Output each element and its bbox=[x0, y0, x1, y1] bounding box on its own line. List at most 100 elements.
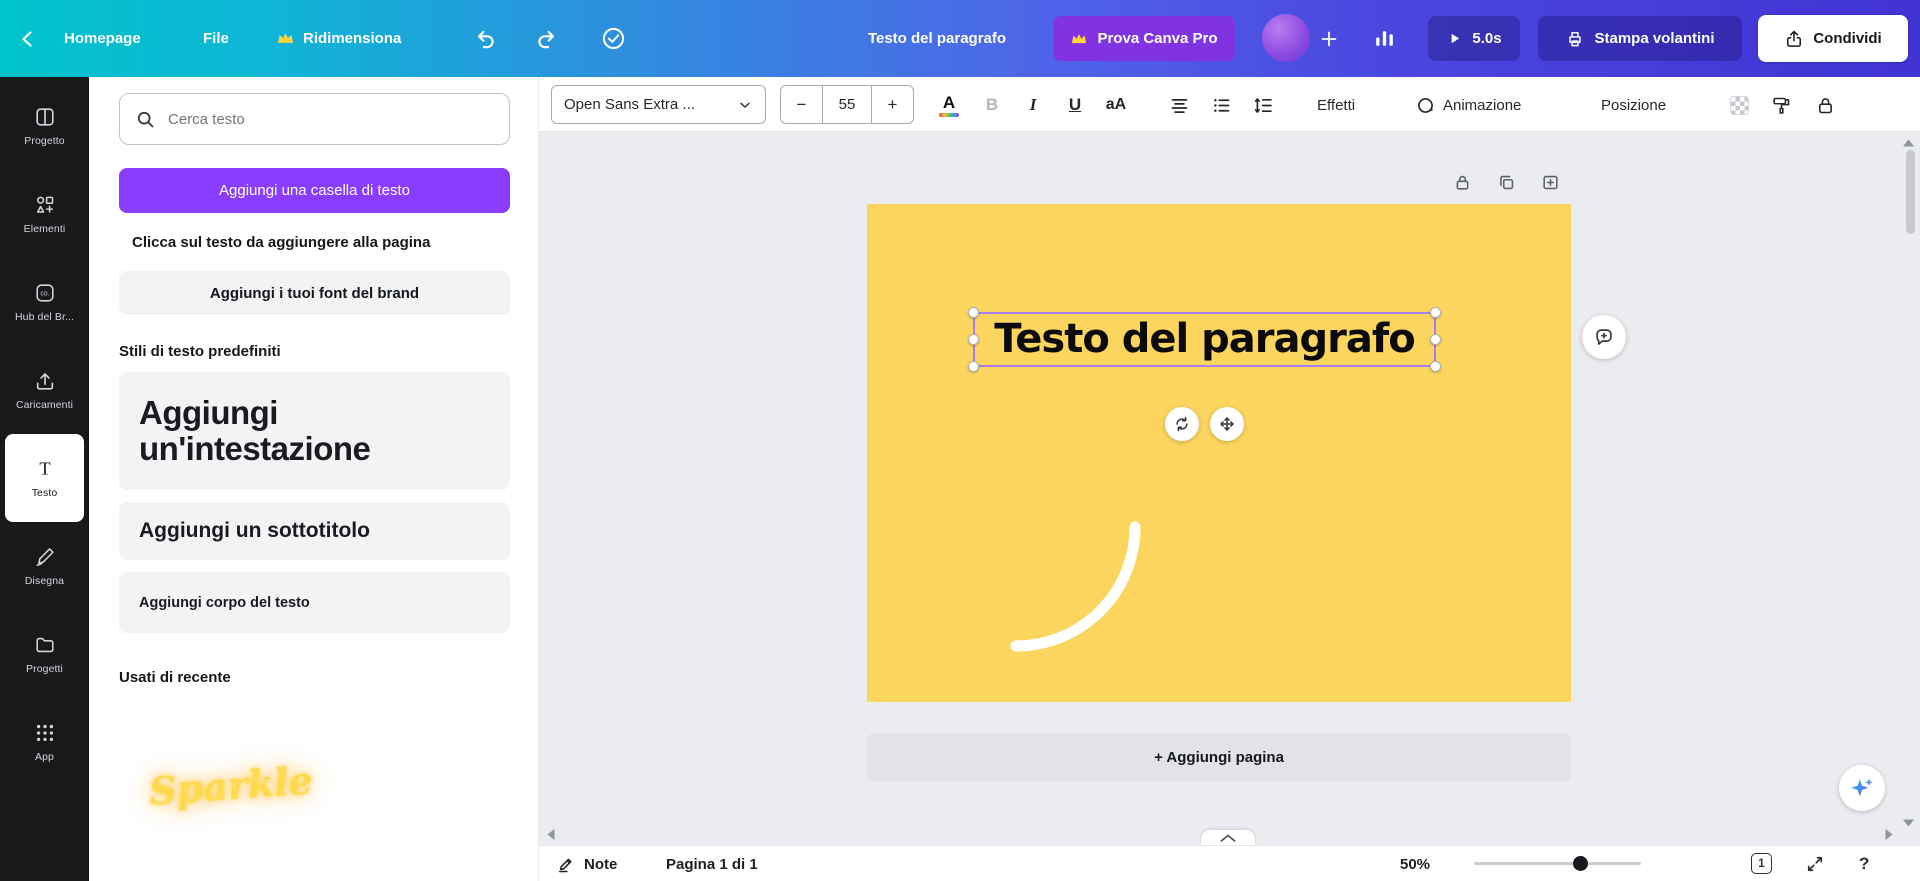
resize-handle-middle-left[interactable] bbox=[968, 334, 979, 345]
paint-roller-icon bbox=[1771, 95, 1792, 116]
chevron-up-icon bbox=[1218, 833, 1238, 843]
insights-button[interactable] bbox=[1372, 0, 1397, 77]
resize-handle-top-left[interactable] bbox=[968, 307, 979, 318]
upload-icon bbox=[34, 370, 56, 392]
sidebar-item-label: Caricamenti bbox=[16, 399, 73, 411]
resize-button[interactable]: Ridimensiona bbox=[276, 0, 401, 77]
curve-element[interactable] bbox=[867, 204, 1571, 702]
draw-icon bbox=[34, 546, 56, 568]
styles-heading: Stili di testo predefiniti bbox=[119, 343, 281, 360]
zoom-slider[interactable] bbox=[1474, 862, 1641, 865]
style-card-subtitle[interactable]: Aggiungi un sottotitolo bbox=[119, 502, 510, 560]
design-page[interactable]: Testo del paragrafo bbox=[867, 204, 1571, 702]
transparency-button[interactable] bbox=[1721, 87, 1757, 123]
font-family-select[interactable]: Open Sans Extra ... bbox=[551, 85, 766, 124]
add-member-button[interactable] bbox=[1318, 0, 1340, 77]
italic-button[interactable]: I bbox=[1015, 87, 1051, 123]
page-lock-button[interactable] bbox=[1450, 170, 1474, 194]
text-case-button[interactable]: aA bbox=[1098, 87, 1134, 123]
file-menu[interactable]: File bbox=[203, 0, 229, 77]
underline-button[interactable]: U bbox=[1057, 87, 1093, 123]
design-icon bbox=[34, 106, 56, 128]
save-status-button[interactable] bbox=[600, 0, 627, 77]
resize-handle-middle-right[interactable] bbox=[1430, 334, 1441, 345]
resize-handle-bottom-left[interactable] bbox=[968, 361, 979, 372]
sidebar-item-disegna[interactable]: Disegna bbox=[5, 522, 84, 610]
fullscreen-button[interactable] bbox=[1805, 846, 1825, 881]
sparkle-icon bbox=[1849, 775, 1875, 801]
scroll-right-arrow[interactable] bbox=[1884, 828, 1894, 841]
try-pro-button[interactable]: Prova Canva Pro bbox=[1053, 16, 1235, 61]
spacing-button[interactable] bbox=[1245, 87, 1281, 123]
scroll-left-arrow[interactable] bbox=[546, 828, 556, 841]
scroll-up-arrow[interactable] bbox=[1902, 138, 1915, 148]
resize-handle-top-right[interactable] bbox=[1430, 307, 1441, 318]
style-card-body[interactable]: Aggiungi corpo del testo bbox=[119, 572, 510, 633]
sidebar-item-label: Elementi bbox=[24, 223, 66, 235]
move-handle[interactable] bbox=[1210, 407, 1244, 441]
zoom-slider-knob[interactable] bbox=[1573, 856, 1588, 871]
animation-button[interactable]: Animazione bbox=[1415, 87, 1521, 123]
position-button[interactable]: Posizione bbox=[1601, 87, 1666, 123]
search-box[interactable] bbox=[119, 93, 510, 145]
sidebar-item-testo[interactable]: T Testo bbox=[5, 434, 84, 522]
list-button[interactable] bbox=[1203, 87, 1239, 123]
avatar[interactable] bbox=[1262, 14, 1310, 62]
lock-icon bbox=[1815, 95, 1836, 116]
copy-style-button[interactable] bbox=[1763, 87, 1799, 123]
panel-hint: Clicca sul testo da aggiungere alla pagi… bbox=[132, 234, 430, 251]
brand-hub-icon: co. bbox=[34, 282, 56, 304]
scroll-down-arrow[interactable] bbox=[1902, 818, 1915, 828]
animation-label: Animazione bbox=[1443, 97, 1521, 114]
statusbar: Note Pagina 1 di 1 50% 1 ? bbox=[539, 845, 1920, 881]
add-textbox-button[interactable]: Aggiungi una casella di testo bbox=[119, 168, 510, 213]
sidebar-item-app[interactable]: App bbox=[5, 698, 84, 786]
undo-button[interactable] bbox=[472, 0, 498, 77]
search-input[interactable] bbox=[168, 111, 494, 128]
add-brand-fonts-button[interactable]: Aggiungi i tuoi font del brand bbox=[119, 271, 510, 315]
font-size-increase-button[interactable]: + bbox=[872, 86, 913, 123]
selected-text-element[interactable]: Testo del paragrafo bbox=[973, 312, 1436, 367]
stats-bars-icon bbox=[1372, 26, 1397, 51]
style-card-heading[interactable]: Aggiungi un'intestazione bbox=[119, 372, 510, 490]
lock-button[interactable] bbox=[1807, 87, 1843, 123]
resize-handle-bottom-right[interactable] bbox=[1430, 361, 1441, 372]
back-button[interactable] bbox=[16, 0, 40, 77]
bullet-list-icon bbox=[1211, 95, 1232, 116]
text-color-icon: A bbox=[939, 94, 959, 117]
bold-button[interactable]: B bbox=[974, 87, 1010, 123]
comment-button[interactable] bbox=[1582, 315, 1626, 359]
grid-view-button[interactable]: 1 bbox=[1751, 853, 1772, 874]
sidebar-item-elementi[interactable]: Elementi bbox=[5, 170, 84, 258]
sidebar-item-progetti[interactable]: Progetti bbox=[5, 610, 84, 698]
add-page-icon-button[interactable] bbox=[1538, 170, 1562, 194]
duplicate-page-button[interactable] bbox=[1494, 170, 1518, 194]
notes-label: Note bbox=[584, 856, 617, 873]
cloud-check-icon bbox=[600, 25, 627, 52]
add-page-button[interactable]: + Aggiungi pagina bbox=[867, 733, 1571, 782]
text-color-button[interactable]: A bbox=[931, 87, 967, 123]
sidebar-item-label: App bbox=[35, 751, 54, 763]
sidebar-item-progetto[interactable]: Progetto bbox=[5, 82, 84, 170]
duration-button[interactable]: 5.0s bbox=[1428, 16, 1520, 61]
redo-button[interactable] bbox=[534, 0, 560, 77]
magic-assistant-button[interactable] bbox=[1839, 765, 1885, 811]
expand-timeline-button[interactable] bbox=[1201, 830, 1255, 846]
share-button[interactable]: Condividi bbox=[1758, 15, 1908, 62]
vertical-scrollbar-thumb[interactable] bbox=[1906, 150, 1915, 234]
font-size-decrease-button[interactable]: − bbox=[781, 86, 822, 123]
font-size-value[interactable]: 55 bbox=[822, 86, 872, 123]
recent-style-sparkle[interactable]: Sparkle bbox=[148, 757, 314, 813]
homepage-link[interactable]: Homepage bbox=[64, 0, 141, 77]
notes-button[interactable]: Note bbox=[556, 846, 617, 881]
sidebar-item-brand-hub[interactable]: co. Hub del Br... bbox=[5, 258, 84, 346]
alignment-button[interactable] bbox=[1161, 87, 1197, 123]
sidebar-item-label: Testo bbox=[32, 487, 58, 499]
sidebar-item-caricamenti[interactable]: Caricamenti bbox=[5, 346, 84, 434]
sidebar-item-label: Disegna bbox=[25, 575, 64, 587]
print-flyers-button[interactable]: Stampa volantini bbox=[1538, 16, 1742, 61]
effects-button[interactable]: Effetti bbox=[1317, 87, 1355, 123]
document-title[interactable]: Testo del paragrafo bbox=[868, 0, 1006, 77]
rotate-handle[interactable] bbox=[1165, 407, 1199, 441]
help-button[interactable]: ? bbox=[1859, 846, 1869, 881]
